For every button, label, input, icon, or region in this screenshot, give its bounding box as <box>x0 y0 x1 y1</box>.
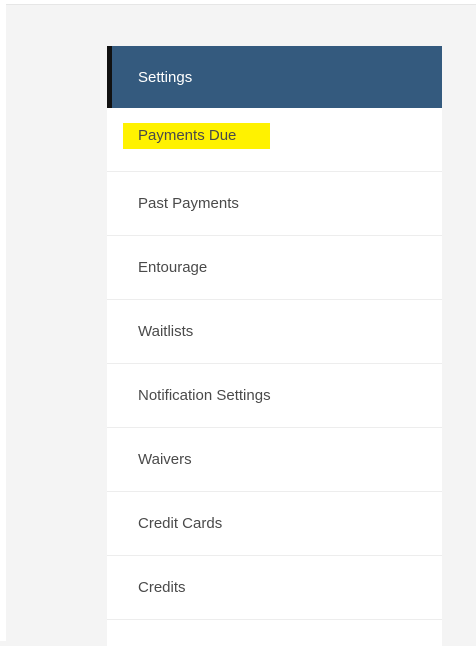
menu-item-entourage[interactable]: Entourage <box>107 236 442 300</box>
settings-menu: Settings Payments Due Past Payments Ento… <box>107 46 442 646</box>
menu-item-waitlists[interactable]: Waitlists <box>107 300 442 364</box>
menu-header-label: Settings <box>138 68 193 86</box>
menu-item-label: Past Payments <box>138 195 239 212</box>
top-strip <box>0 0 476 5</box>
menu-item-past-payments[interactable]: Past Payments <box>107 172 442 236</box>
menu-item-label: Waitlists <box>138 323 194 340</box>
menu-item-credit-cards[interactable]: Credit Cards <box>107 492 442 556</box>
menu-item-credits[interactable]: Credits <box>107 556 442 620</box>
left-edge <box>0 0 6 641</box>
menu-item-settings[interactable]: Settings <box>107 46 442 108</box>
menu-item-label: Notification Settings <box>138 387 271 404</box>
menu-item-waivers[interactable]: Waivers <box>107 428 442 492</box>
menu-item-notification-settings[interactable]: Notification Settings <box>107 364 442 428</box>
menu-item-payments-due[interactable]: Payments Due <box>107 108 442 172</box>
menu-item-label: Payments Due <box>123 122 271 149</box>
menu-item-label: Waivers <box>138 451 192 468</box>
menu-item-label: Credits <box>138 579 186 596</box>
menu-item-label: Credit Cards <box>138 515 223 532</box>
menu-item-label: Entourage <box>138 259 208 276</box>
